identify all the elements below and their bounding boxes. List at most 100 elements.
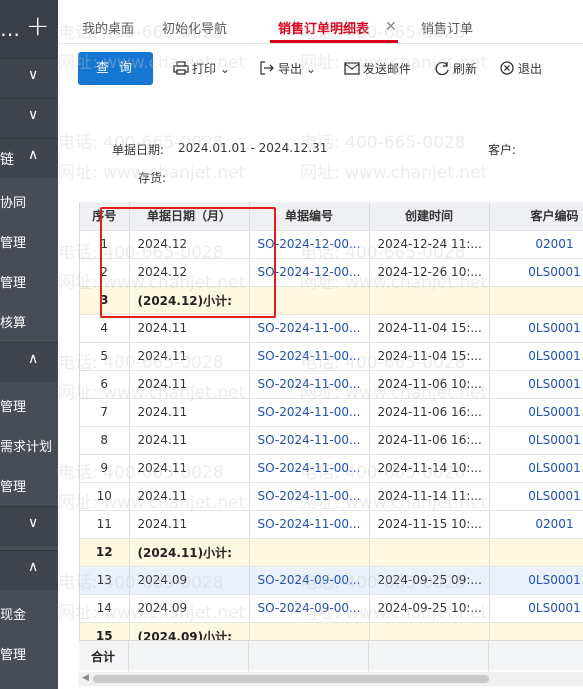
order-code-link[interactable]: SO-2024-11-00... — [249, 314, 370, 343]
order-code-link[interactable]: SO-2024-11-00... — [249, 342, 370, 371]
sidebar-group-4[interactable]: ∨ — [0, 506, 58, 546]
sidebar-item-manage-2[interactable]: 管理 — [0, 272, 26, 291]
row-number-cell: 13 — [80, 566, 130, 595]
sidebar-group-2[interactable]: ∨ — [0, 98, 58, 138]
order-code-link[interactable]: SO-2024-09-00... — [249, 566, 370, 595]
tab-init-nav[interactable]: 初始化导航 — [162, 18, 227, 37]
stock-label: 存货: — [138, 171, 167, 185]
sidebar-item-manage-3[interactable]: 管理 — [0, 396, 26, 415]
sidebar-item-accounting[interactable]: 核算 — [0, 312, 26, 331]
customer-code-link[interactable]: 0LS0001 — [489, 258, 583, 287]
date-cell: 2024.11 — [129, 510, 250, 539]
tab-desktop[interactable]: 我的桌面 — [82, 18, 134, 37]
created-time-cell: 2024-11-14 10:... — [369, 454, 490, 483]
date-cell: 2024.09 — [129, 594, 250, 623]
table-row[interactable]: 9 2024.11 SO-2024-11-00... 2024-11-14 10:..… — [80, 454, 583, 483]
sidebar-item-collab[interactable]: 协同 — [0, 192, 26, 211]
sidebar: ⋯ + ∨ ∨ 链 ∧ 协同 管理 管理 核算 ∧ 管理 需求计划 管理 ∨ ∧… — [0, 0, 58, 689]
row-number-cell: 12 — [80, 538, 130, 567]
sidebar-group-3[interactable]: ∧ — [0, 342, 58, 382]
sidebar-item-manage-5[interactable]: 管理 — [0, 644, 26, 663]
table-row[interactable]: 14 2024.09 SO-2024-09-00... 2024-09-25 10:.… — [80, 594, 583, 623]
order-code-link[interactable]: SO-2024-11-00... — [249, 398, 370, 427]
send-email-label: 发送邮件 — [363, 62, 412, 76]
row-number-cell: 8 — [80, 426, 130, 455]
row-number-cell: 14 — [80, 594, 130, 623]
table-row[interactable]: 13 2024.09 SO-2024-09-00... 2024-09-25 09:.… — [80, 566, 583, 595]
tab-sales-order[interactable]: 销售订单 — [421, 18, 473, 37]
table-row[interactable]: 4 2024.11 SO-2024-11-00... 2024-11-04 15:..… — [80, 314, 583, 343]
customer-code-link[interactable]: 0LS0001 — [489, 342, 583, 371]
export-button[interactable]: 导出 ⌄ — [259, 60, 316, 77]
table-row[interactable]: 5 2024.11 SO-2024-11-00... 2024-11-04 15:..… — [80, 342, 583, 371]
customer-code-link[interactable]: 0LS0001 — [489, 370, 583, 399]
order-code-link — [249, 538, 370, 567]
table-row[interactable]: 12 (2024.11)小计: — [80, 538, 583, 567]
sidebar-item-manage-4[interactable]: 管理 — [0, 476, 26, 495]
created-time-cell — [369, 538, 490, 567]
chevron-down-icon: ∨ — [28, 515, 39, 531]
customer-code-link[interactable]: 0LS0001 — [489, 426, 583, 455]
exit-button[interactable]: 退出 — [499, 60, 542, 77]
customer-code-link[interactable]: 0LS0001 — [489, 454, 583, 483]
send-email-button[interactable]: 发送邮件 — [344, 60, 411, 77]
add-icon[interactable]: + — [26, 12, 49, 40]
sidebar-group-1[interactable]: ∨ — [0, 58, 58, 98]
customer-label: 客户: — [488, 143, 517, 157]
tab-sales-order-detail[interactable]: 销售订单明细表 — [278, 18, 369, 37]
sidebar-group-supply-chain[interactable]: 链 ∧ — [0, 138, 58, 178]
filter-panel: 单据日期: 2024.01.01 - 2024.12.31 客户: 存货: — [58, 126, 583, 196]
customer-code-link[interactable]: 02001 — [489, 510, 583, 539]
date-cell: 2024.11 — [129, 370, 250, 399]
table-row[interactable]: 10 2024.11 SO-2024-11-00... 2024-11-14 11:.… — [80, 482, 583, 511]
horizontal-scrollbar[interactable]: ◀ — [79, 672, 583, 686]
order-code-link[interactable]: SO-2024-11-00... — [249, 482, 370, 511]
row-number-cell: 5 — [80, 342, 130, 371]
row-number-cell: 9 — [80, 454, 130, 483]
customer-code-link[interactable]: 02001 — [489, 230, 583, 259]
chevron-down-icon: ∨ — [28, 107, 39, 123]
customer-code-link — [489, 286, 583, 315]
table-row[interactable]: 11 2024.11 SO-2024-11-00... 2024-11-15 10:.… — [80, 510, 583, 539]
query-button[interactable]: 查 询 — [78, 52, 153, 85]
sidebar-item-cash[interactable]: 现金 — [0, 604, 26, 623]
close-icon[interactable]: ✕ — [385, 19, 397, 35]
customer-code-link[interactable]: 0LS0001 — [489, 594, 583, 623]
order-code-link[interactable]: SO-2024-11-00... — [249, 426, 370, 455]
date-range-value[interactable]: 2024.01.01 - 2024.12.31 — [178, 141, 327, 155]
customer-code-link[interactable]: 0LS0001 — [489, 398, 583, 427]
table-row[interactable]: 6 2024.11 SO-2024-11-00... 2024-11-06 10:..… — [80, 370, 583, 399]
table-row[interactable]: 7 2024.11 SO-2024-11-00... 2024-11-06 16:..… — [80, 398, 583, 427]
table-footer: 合计 — [79, 640, 583, 671]
sidebar-group-5[interactable]: ∧ — [0, 550, 58, 590]
print-button[interactable]: 打印 ⌄ — [173, 60, 230, 77]
customer-code-link[interactable]: 0LS0001 — [489, 566, 583, 595]
column-header[interactable]: 客户编码 — [489, 202, 583, 231]
chevron-up-icon: ∧ — [28, 351, 39, 367]
date-cell: 2024.11 — [129, 454, 250, 483]
table-row[interactable]: 8 2024.11 SO-2024-11-00... 2024-11-06 16:..… — [80, 426, 583, 455]
created-time-cell: 2024-11-14 11:... — [369, 482, 490, 511]
toolbar: 查 询 打印 ⌄ 导出 ⌄ 发送邮件 刷新 退出 — [58, 44, 583, 94]
column-header[interactable]: 创建时间 — [369, 202, 490, 231]
print-label: 打印 — [192, 62, 217, 76]
created-time-cell: 2024-11-06 10:... — [369, 370, 490, 399]
order-code-link[interactable]: SO-2024-11-00... — [249, 370, 370, 399]
order-code-link[interactable]: SO-2024-11-00... — [249, 510, 370, 539]
refresh-button[interactable]: 刷新 — [434, 60, 477, 77]
date-cell: 2024.11 — [129, 398, 250, 427]
order-code-link[interactable]: SO-2024-11-00... — [249, 454, 370, 483]
order-code-link[interactable]: SO-2024-09-00... — [249, 594, 370, 623]
scroll-left-icon[interactable]: ◀ — [82, 673, 89, 683]
created-time-cell — [369, 286, 490, 315]
customer-code-link — [489, 538, 583, 567]
customer-code-link[interactable]: 0LS0001 — [489, 482, 583, 511]
sidebar-item-manage-1[interactable]: 管理 — [0, 232, 26, 251]
created-time-cell: 2024-11-06 16:... — [369, 398, 490, 427]
customer-code-link[interactable]: 0LS0001 — [489, 314, 583, 343]
scrollbar-thumb[interactable] — [93, 675, 489, 683]
menu-icon[interactable]: ⋯ — [0, 22, 20, 46]
refresh-icon — [435, 61, 449, 75]
sidebar-item-demand-plan[interactable]: 需求计划 — [0, 436, 52, 455]
created-time-cell: 2024-11-04 15:... — [369, 342, 490, 371]
